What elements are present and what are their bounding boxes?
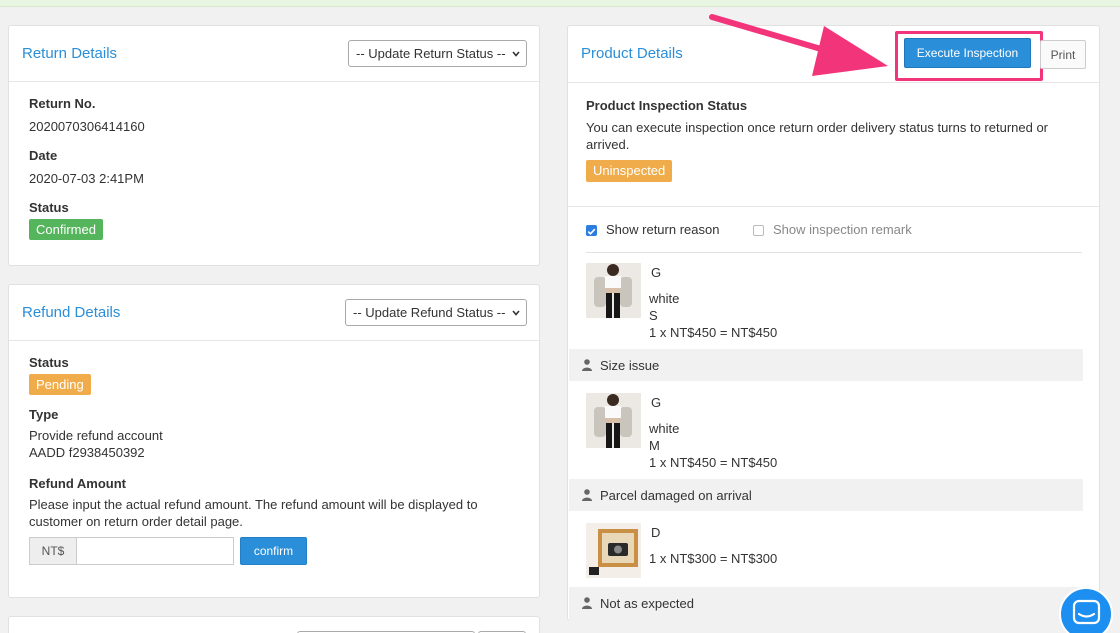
confirm-button[interactable]: confirm — [240, 537, 307, 565]
chat-launcher-button[interactable] — [1059, 587, 1113, 633]
return-status-badge: Confirmed — [29, 219, 103, 240]
user-icon — [582, 597, 592, 609]
top-notice-strip — [0, 0, 1120, 7]
show-return-reason-label: Show return reason — [606, 222, 720, 237]
print-button[interactable]: Print — [1040, 40, 1086, 69]
refund-amount-label: Refund Amount — [29, 476, 126, 491]
inspection-status-label: Product Inspection Status — [586, 98, 748, 113]
checkbox-checked-icon[interactable] — [586, 225, 597, 236]
chevron-down-icon — [512, 310, 520, 316]
date-value: 2020-07-03 2:41PM — [29, 171, 144, 186]
product-price-line: 1 x NT$300 = NT$300 — [649, 551, 778, 566]
return-reason-bar: Not as expected — [569, 587, 1083, 621]
inspection-status-badge: Uninspected — [586, 160, 673, 182]
product-thumbnail[interactable] — [586, 263, 641, 318]
inspection-help-line2: arrived. — [586, 137, 630, 152]
return-reason-bar: Parcel damaged on arrival — [569, 479, 1083, 511]
refund-details-title: Refund Details — [22, 304, 121, 321]
return-status-label: Status — [29, 200, 69, 215]
show-inspection-remark-toggle[interactable]: Show inspection remark — [753, 222, 933, 240]
refund-type-line2: AADD f2938450392 — [29, 445, 145, 460]
return-no-value: 2020070306414160 — [29, 119, 145, 134]
additional-panel — [8, 616, 540, 633]
refund-amount-help-line2: customer on return order detail page. — [29, 514, 243, 529]
refund-details-header: Refund Details -- Update Refund Status -… — [9, 285, 539, 341]
refund-details-panel: Refund Details -- Update Refund Status -… — [8, 284, 540, 598]
return-reason-text: Parcel damaged on arrival — [600, 488, 752, 503]
product-details-title: Product Details — [581, 45, 683, 62]
date-label: Date — [29, 148, 58, 163]
return-reason-text: Size issue — [600, 358, 660, 373]
product-color: white — [649, 421, 680, 436]
refund-type-label: Type — [29, 407, 59, 422]
show-inspection-remark-label: Show inspection remark — [773, 222, 912, 237]
refund-amount-input[interactable] — [76, 537, 234, 565]
product-color: white — [649, 291, 680, 306]
currency-prefix: NT$ — [29, 537, 77, 565]
chat-icon — [1072, 599, 1101, 625]
product-price-line: 1 x NT$450 = NT$450 — [649, 455, 778, 470]
list-item: D 1 x NT$300 = NT$300 Not as expected — [568, 513, 1099, 623]
return-reason-bar: Size issue — [569, 349, 1083, 381]
checkbox-unchecked-icon[interactable] — [753, 225, 764, 236]
product-details-header: Product Details Execute Inspection Print — [568, 26, 1099, 83]
product-name: D — [651, 525, 661, 540]
return-reason-text: Not as expected — [600, 596, 694, 611]
product-thumbnail[interactable] — [586, 523, 641, 578]
return-no-label: Return No. — [29, 96, 96, 111]
execute-inspection-button[interactable]: Execute Inspection — [904, 38, 1031, 68]
refund-type-line1: Provide refund account — [29, 428, 163, 443]
product-name: G — [651, 395, 662, 410]
inspection-help-line1: You can execute inspection once return o… — [586, 120, 1049, 135]
user-icon — [582, 359, 592, 371]
refund-status-label: Status — [29, 355, 69, 370]
chevron-down-icon — [512, 51, 520, 57]
section-divider — [568, 206, 1099, 207]
return-status-select-value: -- Update Return Status -- — [356, 46, 506, 61]
show-return-reason-toggle[interactable]: Show return reason — [586, 222, 736, 240]
user-icon — [582, 489, 592, 501]
product-details-panel: Product Details Execute Inspection Print… — [567, 25, 1100, 621]
refund-status-badge: Pending — [29, 374, 91, 395]
return-details-panel: Return Details -- Update Return Status -… — [8, 25, 540, 266]
product-name: G — [651, 265, 662, 280]
return-details-title: Return Details — [22, 45, 118, 62]
product-size: M — [649, 438, 660, 453]
product-price-line: 1 x NT$450 = NT$450 — [649, 325, 778, 340]
refund-status-select-value: -- Update Refund Status -- — [353, 305, 506, 320]
product-thumbnail[interactable] — [586, 393, 641, 448]
refund-amount-help-line1: Please input the actual refund amount. T… — [29, 497, 478, 512]
return-details-header: Return Details -- Update Return Status -… — [9, 26, 539, 82]
product-size: S — [649, 308, 658, 323]
return-status-select[interactable]: -- Update Return Status -- — [348, 40, 527, 67]
refund-status-select[interactable]: -- Update Refund Status -- — [345, 299, 527, 326]
